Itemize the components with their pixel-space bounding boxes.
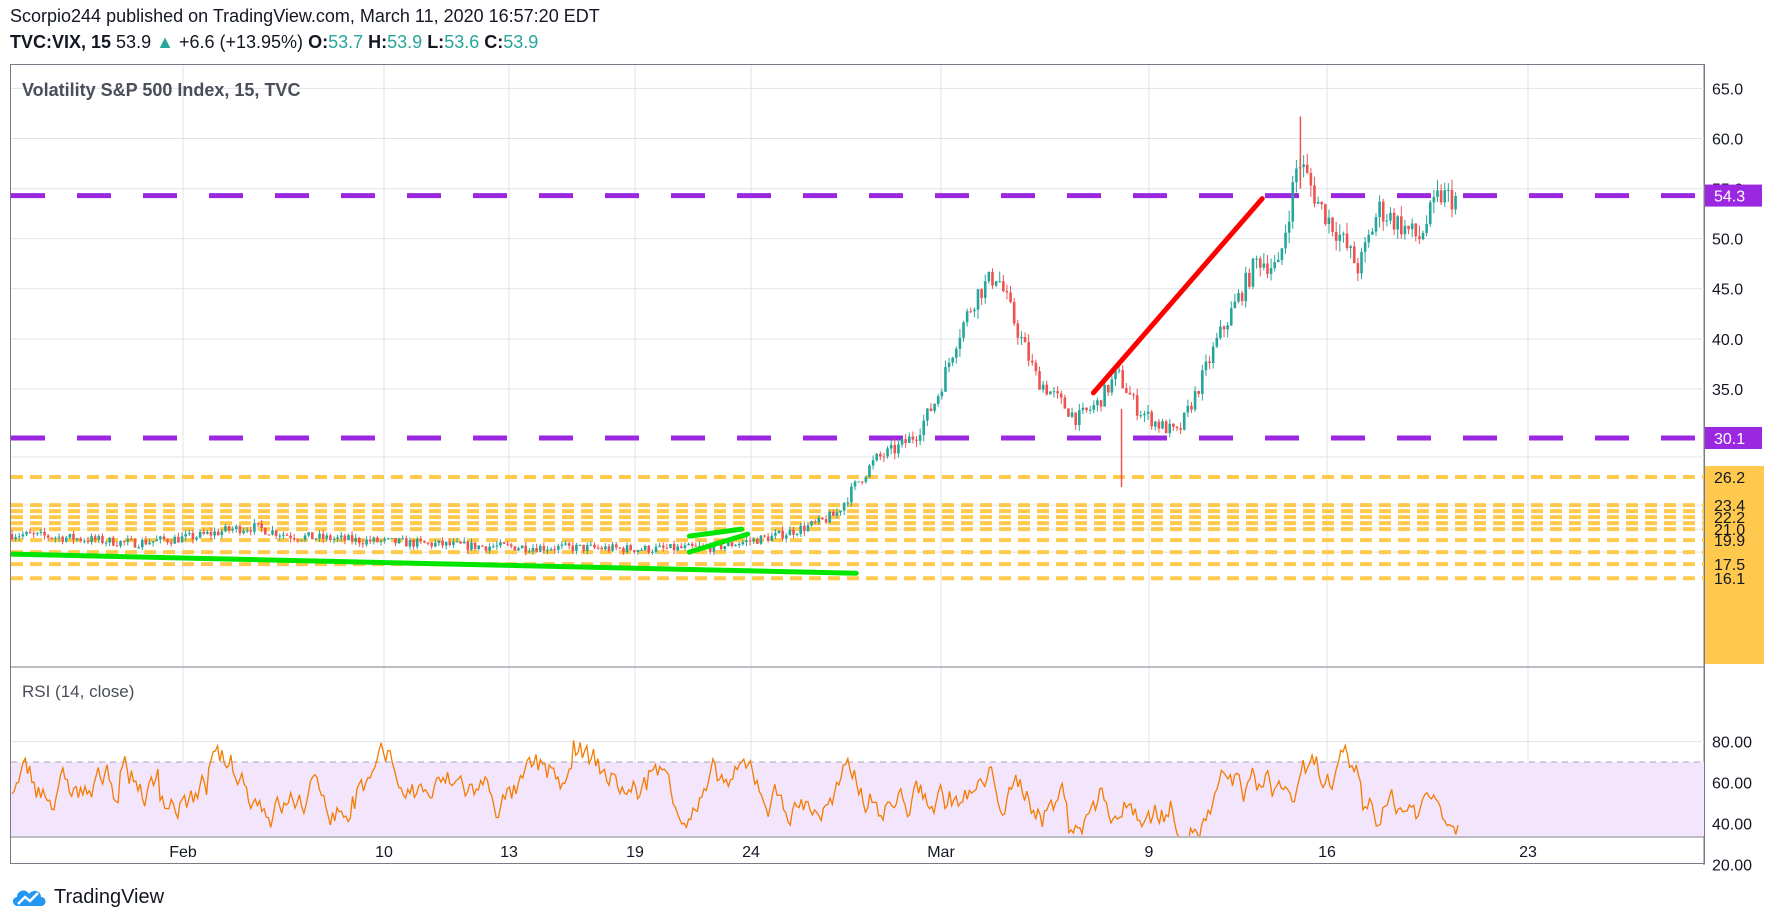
footer-brand[interactable]: TradingView: [10, 884, 164, 910]
price-level-label: 30.1: [1714, 431, 1745, 448]
tradingview-cloud-icon: [12, 890, 46, 906]
price-tick-label: 40.0: [1712, 332, 1743, 349]
price-level-label: 19.9: [1714, 533, 1745, 550]
price-tick-label: 50.0: [1712, 232, 1743, 249]
rsi-tick-label: 60.00: [1712, 776, 1752, 793]
price-tick-label: 45.0: [1712, 282, 1743, 299]
rsi-pane-title: RSI (14, close): [22, 682, 135, 701]
price-level-label: 16.1: [1714, 571, 1745, 588]
price-tick-label: 60.0: [1712, 131, 1743, 148]
rsi-tick-label: 20.00: [1712, 857, 1752, 874]
price-level-label: 26.2: [1714, 470, 1745, 487]
price-tick-label: 65.0: [1712, 81, 1743, 98]
price-pane-title: Volatility S&P 500 Index, 15, TVC: [22, 80, 301, 100]
chart-frame: [10, 64, 1705, 864]
rsi-tick-label: 40.00: [1712, 816, 1752, 833]
brand-name: TradingView: [54, 885, 165, 908]
price-tick-label: 35.0: [1712, 382, 1743, 399]
price-level-label: 54.3: [1714, 189, 1745, 206]
rsi-tick-label: 80.00: [1712, 735, 1752, 752]
